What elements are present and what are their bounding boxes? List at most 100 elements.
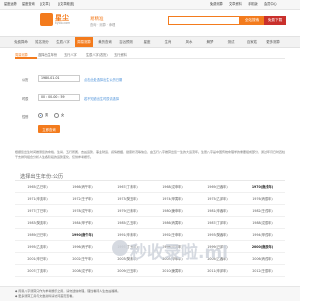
year-link[interactable]: 1981(辛酉年) [195, 208, 240, 213]
nav-item[interactable]: 姓名测分 [33, 37, 51, 47]
year-link[interactable]: 1991(辛未年) [105, 232, 150, 237]
year-link[interactable]: 1987(丁卯年) [195, 220, 240, 225]
nav-item[interactable]: 吉凶预测 [117, 37, 135, 47]
year-label: 公历 [22, 78, 29, 82]
nav-item[interactable]: 免费算命 [12, 37, 30, 47]
logo-subtitle: kyoo.com [55, 21, 71, 25]
nav-item-active[interactable]: 周易测算 [75, 37, 93, 47]
nav-item[interactable]: 测试 [222, 37, 240, 47]
year-link[interactable]: 1996(丙子年) [60, 244, 105, 249]
year-link[interactable]: 1974(甲寅年) [150, 196, 195, 201]
year-link[interactable]: 1994(甲戌年) [240, 232, 285, 237]
year-link[interactable]: 1977(丁巳年) [15, 208, 60, 213]
year-link[interactable]: 1968(戊申年) [150, 184, 195, 189]
topbar-link[interactable]: 免费测算 [210, 2, 223, 6]
year-link[interactable]: 1984(甲子年) [60, 220, 105, 225]
year-grid-row-divider [15, 216, 285, 217]
search-input[interactable] [168, 16, 240, 25]
year-grid-row-divider [15, 204, 285, 205]
year-link[interactable]: 1986(丙寅年) [150, 220, 195, 225]
year-link[interactable]: 2012(壬辰年) [240, 268, 285, 273]
topbar-link[interactable]: [J文章频道] [58, 2, 74, 6]
year-link[interactable]: 1965(乙巳年) [15, 184, 60, 189]
subtab[interactable]: 五行八字 [64, 52, 77, 57]
subtab[interactable]: 选择出生年份 [38, 52, 57, 57]
footer-note: ◆ 周易八字测算只作为参考娱乐之用，请勿迷信命理，理性看待人生吉凶福祸。 [15, 289, 121, 293]
year-link[interactable]: 1979(己未年) [105, 208, 150, 213]
year-link[interactable]: 2002(壬午年) [60, 256, 105, 261]
year-link[interactable]: 1970(庚戌年) [240, 184, 285, 189]
main-nav: 免费算命 姓名测分 生辰八字 周易测算 黄历查询 吉凶预测 星座 生肖 风水 解… [0, 36, 300, 48]
download-button[interactable]: 免费下载 [264, 16, 286, 25]
watermark-icon [112, 240, 128, 256]
nav-item[interactable]: 生肖 [159, 37, 177, 47]
year-link[interactable]: 1988(戊辰年) [240, 220, 285, 225]
year-link[interactable]: 2001(辛巳年) [15, 256, 60, 261]
year-link[interactable]: 2009(己丑年) [105, 268, 150, 273]
subtab[interactable]: 生辰八字(农历) [86, 52, 108, 57]
topbar-link[interactable]: 文章资料 [229, 2, 242, 6]
gender-female-radio[interactable] [54, 113, 59, 118]
nav-item[interactable]: 解梦 [201, 37, 219, 47]
year-grid-row-divider [15, 192, 285, 193]
logo-icon[interactable] [40, 13, 53, 26]
year-link[interactable]: 1983(癸亥年) [15, 220, 60, 225]
year-link[interactable]: 2000(庚辰年) [240, 244, 285, 249]
year-grid-row-divider [15, 228, 285, 229]
query-button[interactable]: 立即查询 [38, 125, 60, 133]
year-link[interactable]: 1980(庚申年) [150, 208, 195, 213]
year-link[interactable]: 1976(丙辰年) [240, 196, 285, 201]
year-link[interactable]: 1971(辛亥年) [15, 196, 60, 201]
topbar-link[interactable]: [J文章] [40, 2, 50, 6]
brand-subtitle: 查询 · 测算 · 命理 [90, 23, 116, 27]
top-bar: 星座运势 星座查询 [J文章] [J文章频道] 免费测算 文章资料 手机版 会员… [0, 0, 300, 10]
year-link[interactable]: 1975(乙卯年) [195, 196, 240, 201]
year-link[interactable]: 1985(乙丑年) [105, 220, 150, 225]
description-text: 根据您出生时间推测您的命格、生肖、五行所属、吉凶运势、事业财运、感情婚姻、健康状… [15, 150, 286, 159]
gender-label: 性别 [22, 115, 29, 119]
year-link[interactable]: 1995(乙亥年) [15, 244, 60, 249]
section-title: 选择出生年份:公历 [20, 174, 64, 180]
year-link[interactable]: 1993(癸酉年) [195, 232, 240, 237]
year-link[interactable]: 2008(戊子年) [60, 268, 105, 273]
watermark-text: 秒收录啦.ml [130, 243, 228, 263]
birth-time-select[interactable]: 00 : 00-00 : 59 [38, 94, 80, 101]
year-link[interactable]: 1982(壬戌年) [240, 208, 285, 213]
date-hint-link[interactable]: 点击此处选择出生公历日期 [84, 77, 122, 82]
subtab[interactable]: 五行资料 [114, 52, 127, 57]
year-grid-row-divider [15, 276, 285, 277]
footer-note: ◆ 更多测算工具与文章资料请访问首页查看。 [15, 294, 76, 298]
subtab-divider [15, 58, 285, 59]
year-link[interactable]: 1972(壬子年) [60, 196, 105, 201]
year-link[interactable]: 1989(己巳年) [15, 232, 60, 237]
topbar-link[interactable]: 星座查询 [22, 2, 35, 6]
topbar-link[interactable]: 会员中心 [264, 2, 277, 6]
year-link[interactable]: 1973(癸丑年) [105, 196, 150, 201]
nav-item[interactable]: 风水 [180, 37, 198, 47]
year-link[interactable]: 2011(辛卯年) [195, 268, 240, 273]
year-link[interactable]: 2007(丁亥年) [15, 268, 60, 273]
year-link[interactable]: 2010(庚寅年) [150, 268, 195, 273]
year-link[interactable]: 1990(庚午年) [60, 232, 105, 237]
nav-item[interactable]: 星座 [138, 37, 156, 47]
year-link[interactable]: 2006(丙戌年) [240, 256, 285, 261]
time-hint-link[interactable]: 若不知道出生时辰请选择 [84, 96, 119, 101]
year-link[interactable]: 1967(丁未年) [105, 184, 150, 189]
birth-date-input[interactable]: 1980-01-01 [38, 75, 80, 82]
time-label: 时辰 [22, 97, 29, 101]
year-link[interactable]: 1966(丙午年) [60, 184, 105, 189]
topbar-link[interactable]: 星座运势 [4, 2, 17, 6]
nav-item[interactable]: 更多测算 [264, 37, 282, 47]
subtab-active-underline [15, 57, 37, 59]
gender-male-radio[interactable] [38, 113, 43, 118]
nav-item[interactable]: 生辰八字 [54, 37, 72, 47]
year-link[interactable]: 1969(己酉年) [195, 184, 240, 189]
year-link[interactable]: 1992(壬申年) [150, 232, 195, 237]
year-grid-top-border [15, 180, 285, 181]
year-link[interactable]: 1978(戊午年) [60, 208, 105, 213]
year-grid-row-divider [15, 264, 285, 265]
nav-item[interactable]: 黄历查询 [96, 37, 114, 47]
search-button[interactable]: 全站搜索 [240, 16, 264, 25]
nav-item[interactable]: 百家姓 [243, 37, 261, 47]
topbar-link[interactable]: 手机版 [248, 2, 258, 6]
